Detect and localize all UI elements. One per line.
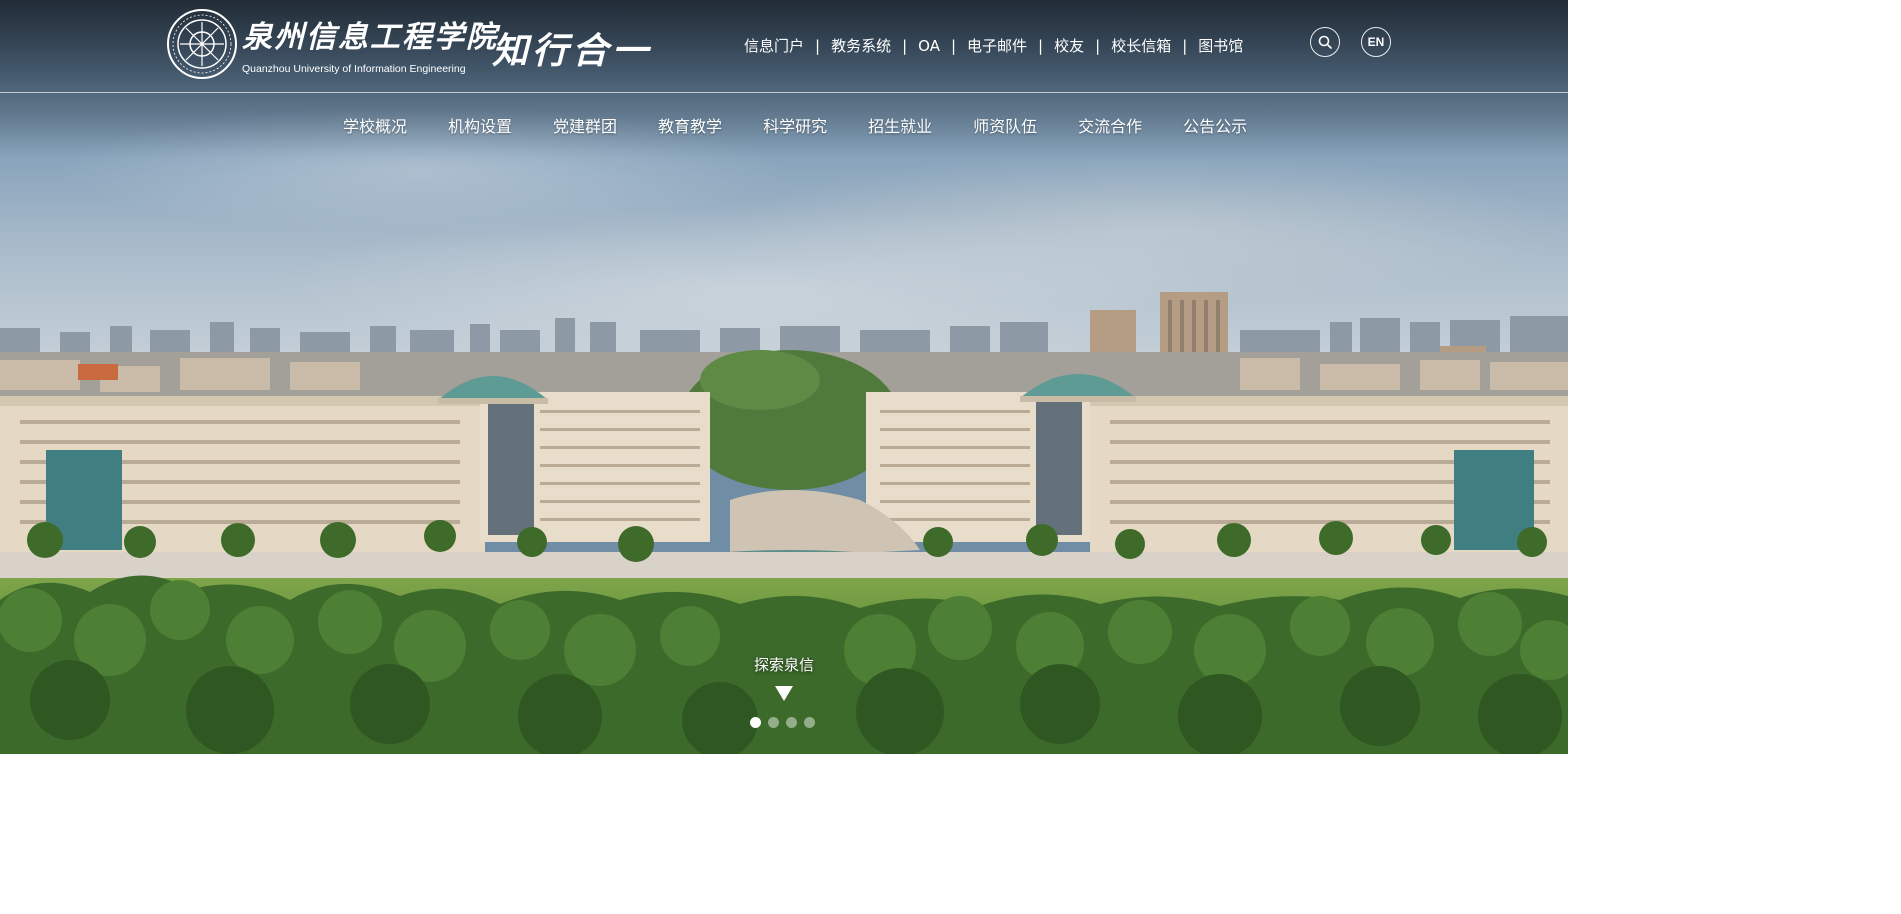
school-motto: 知行合一	[492, 30, 653, 72]
nav-item-faculty[interactable]: 师资队伍	[973, 113, 1037, 137]
language-label: EN	[1367, 35, 1385, 49]
slider-dot[interactable]	[804, 717, 815, 728]
quick-link-academic-system[interactable]: 教务系统	[831, 35, 891, 56]
quick-link-alumni[interactable]: 校友	[1054, 35, 1084, 56]
slider-dot[interactable]	[768, 717, 779, 728]
nav-item-admissions[interactable]: 招生就业	[868, 113, 932, 137]
nav-item-exchange[interactable]: 交流合作	[1078, 113, 1142, 137]
language-switch-button[interactable]: EN	[1361, 27, 1391, 57]
nav-item-research[interactable]: 科学研究	[763, 113, 827, 137]
search-icon	[1318, 35, 1332, 49]
explore-link[interactable]: 探索泉信	[744, 654, 824, 675]
homepage: 泉州信息工程学院 Quanzhou University of Informat…	[0, 0, 1568, 754]
nav-item-announcements[interactable]: 公告公示	[1183, 113, 1247, 137]
nav-item-party-groups[interactable]: 党建群团	[553, 113, 617, 137]
nav-item-organization[interactable]: 机构设置	[448, 113, 512, 137]
main-navigation: 学校概况 机构设置 党建群团 教育教学 科学研究 招生就业 师资队伍 交流合作 …	[343, 113, 1288, 137]
separator: |	[1182, 36, 1188, 55]
university-name-en[interactable]: Quanzhou University of Information Engin…	[242, 63, 466, 75]
quick-links: 信息门户 | 教务系统 | OA | 电子邮件 | 校友 | 校长信箱 | 图书…	[744, 35, 1243, 56]
university-seal-icon[interactable]	[166, 8, 238, 80]
quick-link-email[interactable]: 电子邮件	[967, 35, 1027, 56]
quick-link-president-mailbox[interactable]: 校长信箱	[1111, 35, 1171, 56]
search-button[interactable]	[1310, 27, 1340, 57]
university-name-cn[interactable]: 泉州信息工程学院	[242, 12, 498, 56]
separator: |	[1038, 36, 1044, 55]
top-header: 泉州信息工程学院 Quanzhou University of Informat…	[0, 0, 1568, 93]
slider-dot[interactable]	[786, 717, 797, 728]
quick-link-portal[interactable]: 信息门户	[744, 35, 804, 56]
down-arrow-icon[interactable]	[775, 686, 793, 701]
separator: |	[902, 36, 908, 55]
slider-dots	[750, 717, 822, 728]
separator: |	[950, 36, 957, 55]
separator: |	[1095, 36, 1101, 55]
nav-item-education[interactable]: 教育教学	[658, 113, 722, 137]
slider-dot[interactable]	[750, 717, 761, 728]
nav-item-about[interactable]: 学校概况	[343, 113, 407, 137]
separator: |	[815, 36, 821, 55]
quick-link-oa[interactable]: OA	[918, 37, 940, 55]
quick-link-library[interactable]: 图书馆	[1198, 35, 1243, 56]
